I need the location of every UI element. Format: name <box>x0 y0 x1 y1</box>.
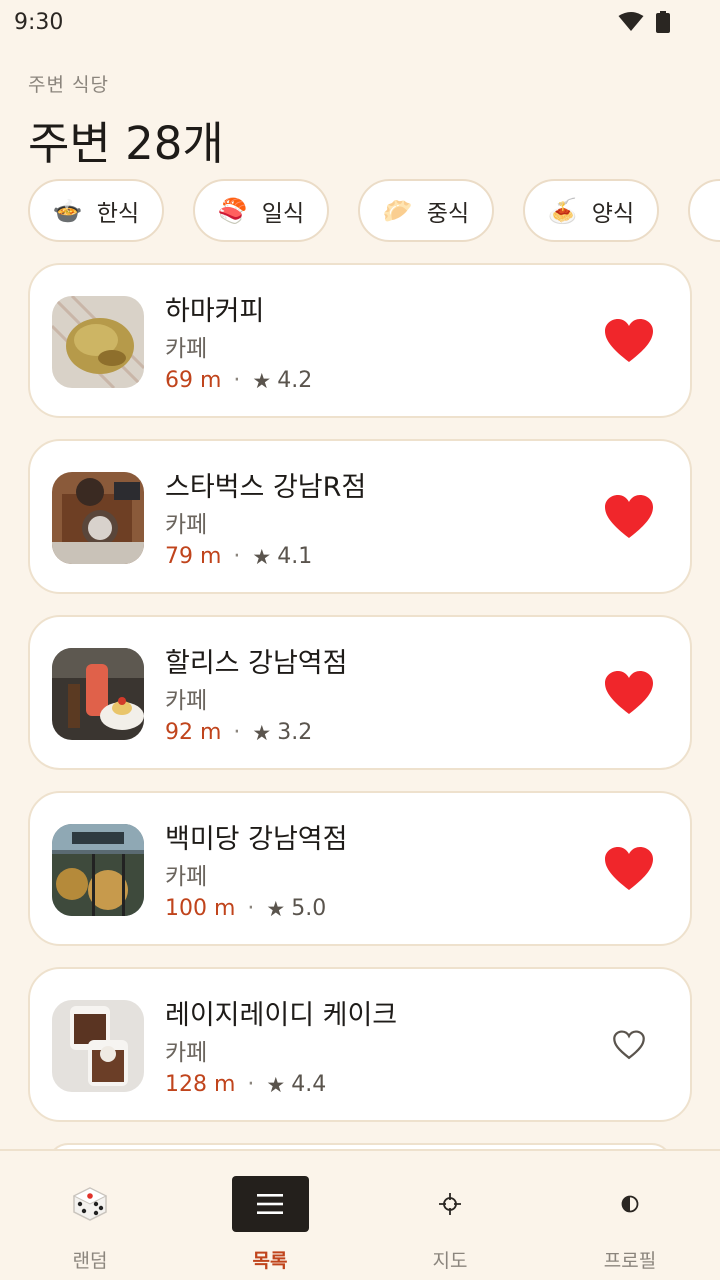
place-distance: 79 m <box>165 544 222 569</box>
favorite-outline-heart-icon[interactable] <box>602 1020 656 1070</box>
chip-japanese[interactable]: 🍣 일식 <box>193 179 329 242</box>
star-icon: ★ <box>252 720 272 745</box>
place-distance: 69 m <box>165 368 222 393</box>
stew-pot-icon: 🍲 <box>52 196 83 225</box>
place-name: 백미당 강남역점 <box>165 824 348 855</box>
star-icon: ★ <box>266 896 286 921</box>
meta-separator: · <box>247 1072 255 1097</box>
favorite-heart-icon[interactable] <box>602 668 656 718</box>
place-distance: 92 m <box>165 720 222 745</box>
nav-label: 지도 <box>432 1250 468 1272</box>
favorite-heart-icon[interactable] <box>602 492 656 542</box>
meta-separator: · <box>233 368 241 393</box>
place-name: 할리스 강남역점 <box>165 648 348 679</box>
place-distance: 100 m <box>165 896 236 921</box>
place-rating: 4.2 <box>277 368 313 393</box>
meta-separator: · <box>233 720 241 745</box>
nav-item-list[interactable]: 목록 <box>210 1151 330 1273</box>
nav-label: 프로필 <box>603 1250 657 1272</box>
place-category: 카페 <box>165 688 208 714</box>
page-title: 주변 28개 <box>28 117 224 170</box>
chip-western[interactable]: 🍝 양식 <box>523 179 659 242</box>
chip-label: 한식 <box>96 200 140 227</box>
place-rating: 4.4 <box>291 1072 327 1097</box>
place-category: 카페 <box>165 336 208 362</box>
wifi-icon <box>618 12 644 32</box>
battery-icon <box>656 11 670 33</box>
nav-item-profile[interactable]: 프로필 <box>570 1151 690 1273</box>
place-meta: 128 m · ★ 4.4 <box>165 1072 326 1097</box>
chip-label: 일식 <box>261 200 305 227</box>
star-icon: ★ <box>252 368 272 393</box>
dumpling-icon: 🥟 <box>382 196 413 225</box>
place-meta: 92 m · ★ 3.2 <box>165 720 312 745</box>
crosshair-icon <box>412 1176 489 1232</box>
meta-separator: · <box>233 544 241 569</box>
status-icons <box>618 11 670 33</box>
chip-label: 중식 <box>426 200 470 227</box>
place-card[interactable]: 백미당 강남역점 카페 100 m · ★ 5.0 <box>28 791 692 946</box>
status-bar: 9:30 <box>0 0 720 44</box>
place-category: 카페 <box>165 512 208 538</box>
place-distance: 128 m <box>165 1072 236 1097</box>
place-card[interactable]: 레이지레이디 케이크 카페 128 m · ★ 4.4 <box>28 967 692 1122</box>
place-category: 카페 <box>165 1040 208 1066</box>
place-rating: 5.0 <box>291 896 327 921</box>
place-name: 하마커피 <box>165 296 265 327</box>
chip-korean[interactable]: 🍲 한식 <box>28 179 164 242</box>
chip-cafe[interactable]: ☕ <box>688 179 720 242</box>
favorite-heart-icon[interactable] <box>602 316 656 366</box>
category-chips: 🍲 한식 🍣 일식 🥟 중식 🍝 양식 ☕ <box>28 179 720 243</box>
place-thumbnail <box>52 472 144 564</box>
star-icon: ★ <box>252 544 272 569</box>
place-name: 스타벅스 강남R점 <box>165 472 367 503</box>
page-subtitle: 주변 식당 <box>28 74 109 96</box>
place-thumbnail <box>52 824 144 916</box>
list-icon <box>231 1176 309 1232</box>
place-card[interactable]: 하마커피 카페 69 m · ★ 4.2 <box>28 263 692 418</box>
place-card[interactable]: 스타벅스 강남R점 카페 79 m · ★ 4.1 <box>28 439 692 594</box>
nav-label: 랜덤 <box>72 1250 108 1272</box>
place-thumbnail <box>52 648 144 740</box>
chip-label: 양식 <box>591 200 635 227</box>
favorite-heart-icon[interactable] <box>602 844 656 894</box>
spaghetti-icon: 🍝 <box>547 196 578 225</box>
place-name: 레이지레이디 케이크 <box>165 1000 398 1031</box>
nav-item-map[interactable]: 지도 <box>390 1151 510 1273</box>
chip-chinese[interactable]: 🥟 중식 <box>358 179 494 242</box>
place-thumbnail <box>52 296 144 388</box>
dice-icon <box>52 1176 129 1232</box>
nav-label: 목록 <box>252 1250 288 1272</box>
place-rating: 4.1 <box>277 544 313 569</box>
place-list: 하마커피 카페 69 m · ★ 4.2 스타벅스 강남R점 카페 79 m ·… <box>28 263 692 1143</box>
status-time: 9:30 <box>14 9 64 35</box>
place-category: 카페 <box>165 864 208 890</box>
half-circle-icon <box>592 1176 669 1232</box>
place-rating: 3.2 <box>277 720 313 745</box>
bottom-nav: 랜덤 목록 지도 프로필 <box>0 1149 720 1280</box>
place-thumbnail <box>52 1000 144 1092</box>
place-card[interactable]: 할리스 강남역점 카페 92 m · ★ 3.2 <box>28 615 692 770</box>
star-icon: ★ <box>266 1072 286 1097</box>
sushi-icon: 🍣 <box>217 196 248 225</box>
place-meta: 69 m · ★ 4.2 <box>165 368 312 393</box>
nav-item-random[interactable]: 랜덤 <box>30 1151 150 1273</box>
page-header: 주변 식당 주변 28개 <box>28 70 224 172</box>
place-meta: 100 m · ★ 5.0 <box>165 896 326 921</box>
place-meta: 79 m · ★ 4.1 <box>165 544 312 569</box>
meta-separator: · <box>247 896 255 921</box>
